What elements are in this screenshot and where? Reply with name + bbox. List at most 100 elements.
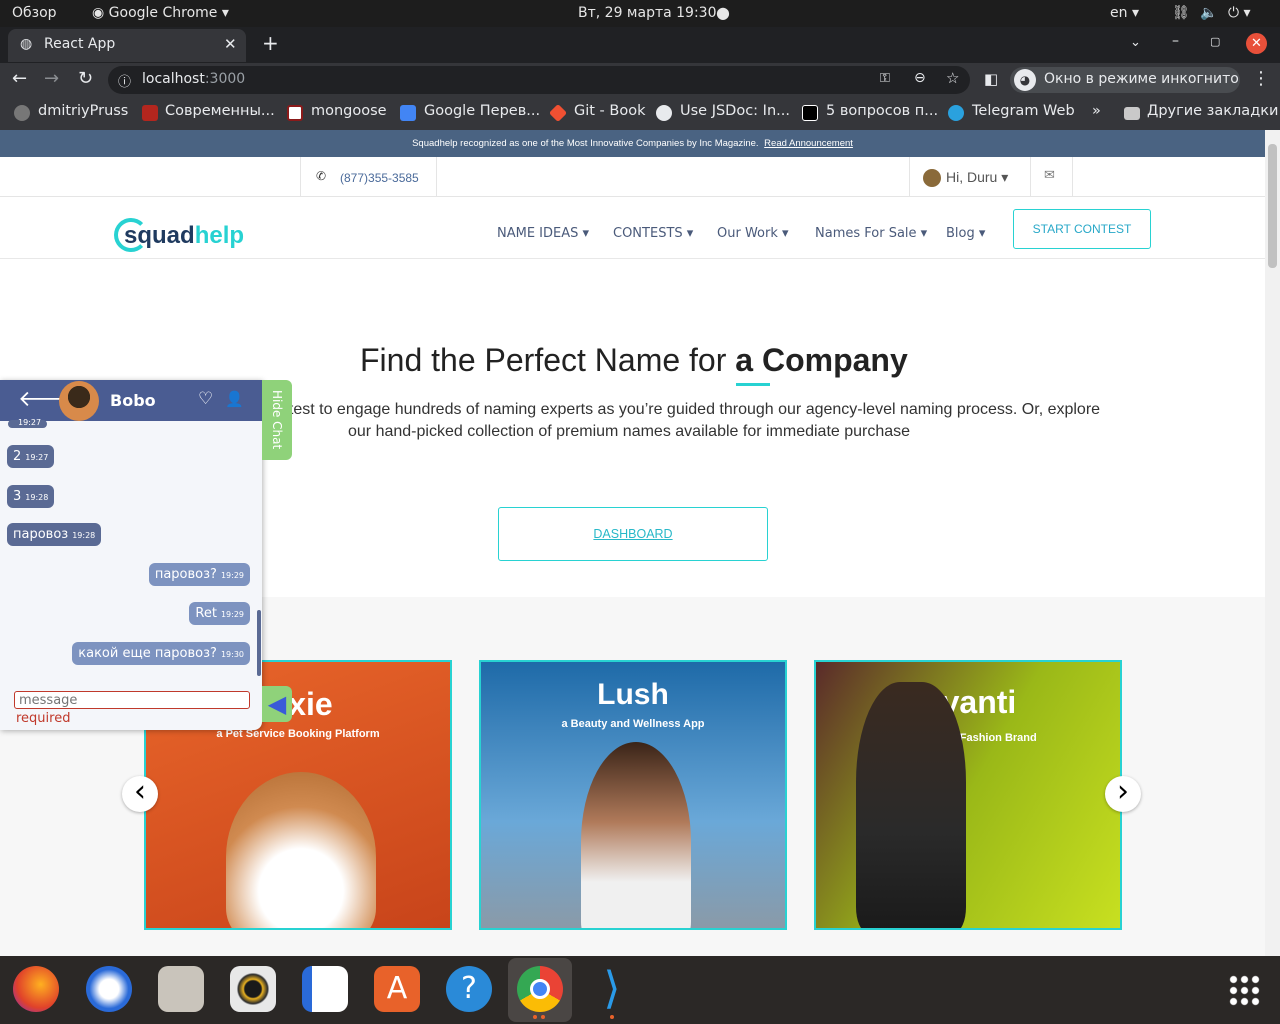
url-host: localhost xyxy=(142,71,205,87)
mongoose-icon xyxy=(287,105,303,121)
power-icon[interactable]: ⏻ ▾ xyxy=(1228,5,1251,21)
hero-subtitle-line-1: ntest to engage hundreds of naming exper… xyxy=(280,401,1101,418)
language-indicator[interactable]: en ▾ xyxy=(1110,5,1139,21)
message-text: Ret xyxy=(195,606,217,621)
carousel-next-button[interactable]: › xyxy=(1105,776,1141,812)
files-icon[interactable] xyxy=(158,966,204,1012)
minimize-icon[interactable]: – xyxy=(1172,33,1179,49)
activities-button[interactable]: Обзор xyxy=(12,5,57,21)
message-out: какой еще паровоз? 19:30 xyxy=(72,642,250,665)
nav-name-ideas[interactable]: NAME IDEAS ▾ xyxy=(497,226,589,241)
back-icon[interactable]: ← xyxy=(12,68,27,89)
volume-icon[interactable]: 🔈 xyxy=(1200,5,1217,21)
google-translate-icon xyxy=(400,105,416,121)
network-icon[interactable]: ⛓ xyxy=(1172,5,1190,21)
url-port: :3000 xyxy=(204,71,246,87)
logo[interactable]: squadhelp xyxy=(124,222,244,250)
side-panel-icon[interactable]: ◧ xyxy=(984,70,998,88)
message-time: 19:27 xyxy=(18,418,42,427)
divider xyxy=(1030,157,1031,197)
dashboard-button[interactable]: DASHBOARD xyxy=(498,507,768,561)
scrollbar-thumb[interactable] xyxy=(1268,144,1277,268)
writer-icon[interactable] xyxy=(302,966,348,1012)
nav-names-for-sale[interactable]: Names For Sale ▾ xyxy=(815,226,927,241)
nav-contests[interactable]: CONTESTS ▾ xyxy=(613,226,693,241)
bookmark-5[interactable]: Use JSDoc: In... xyxy=(680,103,790,119)
message-text: паровоз xyxy=(13,527,69,542)
clock[interactable]: Вт, 29 марта 19:30 xyxy=(578,5,716,21)
bookmark-4[interactable]: Git - Book xyxy=(574,103,646,119)
greeting-label: Hi, Duru xyxy=(946,169,998,185)
nav-label: CONTESTS xyxy=(613,226,683,241)
forward-icon[interactable]: → xyxy=(44,68,59,89)
message-in: паровоз 19:28 xyxy=(7,523,102,546)
bookmark-star-icon[interactable]: ☆ xyxy=(946,69,959,87)
bookmark-2[interactable]: mongoose xyxy=(311,103,387,119)
block-user-icon[interactable]: 👤 xyxy=(225,390,244,408)
chrome-icon[interactable] xyxy=(517,966,563,1012)
hero-subtitle-line-2: our hand-picked collection of premium na… xyxy=(348,423,911,440)
vscode-icon[interactable]: ⟩ xyxy=(589,966,635,1012)
read-announcement-link[interactable]: Read Announcement xyxy=(764,138,853,149)
url-text: localhost:3000 xyxy=(142,71,245,87)
bookmark-0[interactable]: dmitriyPruss xyxy=(38,103,128,119)
contact-name: Bobo xyxy=(110,391,156,410)
start-contest-button[interactable]: START CONTEST xyxy=(1013,209,1151,249)
menu-icon[interactable]: ⋮ xyxy=(1252,68,1270,89)
chrome-icon: ◉ xyxy=(92,5,109,21)
git-icon xyxy=(548,103,568,123)
tab-react-app[interactable]: ◍ React App ✕ xyxy=(8,29,246,62)
maximize-icon[interactable]: ▢ xyxy=(1210,35,1220,48)
zoom-icon[interactable]: ⊖ xyxy=(914,70,926,86)
incognito-label: Окно в режиме инкогнито xyxy=(1044,71,1239,87)
message-time: 19:30 xyxy=(220,650,244,659)
reload-icon[interactable]: ↻ xyxy=(78,68,93,89)
bookmark-6[interactable]: 5 вопросов п... xyxy=(826,103,938,119)
more-bookmarks-button[interactable]: » xyxy=(1092,103,1101,119)
rhythmbox-icon[interactable] xyxy=(230,966,276,1012)
carousel-prev-button[interactable]: ‹ xyxy=(122,776,158,812)
new-tab-button[interactable]: + xyxy=(262,31,279,55)
message-time: 19:29 xyxy=(220,571,244,580)
close-tab-icon[interactable]: ✕ xyxy=(224,35,237,53)
nav-blog[interactable]: Blog ▾ xyxy=(946,226,985,241)
nav-label: Our Work xyxy=(717,226,778,241)
user-menu[interactable]: Hi, Duru ▾ xyxy=(946,169,1008,186)
tab-search-icon[interactable]: ⌄ xyxy=(1130,35,1141,50)
running-dot xyxy=(533,1015,537,1019)
mail-icon[interactable]: ✉ xyxy=(1044,168,1055,183)
bookmark-7[interactable]: Telegram Web xyxy=(972,103,1075,119)
address-bar[interactable]: ⓘ localhost:3000 ⚿ ⊖ ☆ xyxy=(108,66,970,94)
showcase-card-lush[interactable]: Lush a Beauty and Wellness App xyxy=(479,660,787,930)
key-icon[interactable]: ⚿ xyxy=(880,71,890,86)
hide-chat-button[interactable]: Hide Chat xyxy=(262,380,292,460)
incognito-indicator[interactable]: ◕ Окно в режиме инкогнито xyxy=(1010,67,1240,93)
send-message-button[interactable]: ◀ xyxy=(262,686,292,722)
phone-number[interactable]: (877)355-3585 xyxy=(340,171,419,185)
nav-label: Blog xyxy=(946,226,975,241)
message-partial: 19:27 xyxy=(8,418,48,428)
help-icon[interactable]: ? xyxy=(446,966,492,1012)
firefox-icon[interactable] xyxy=(13,966,59,1012)
showcase-card-avanti[interactable]: Avanti a High End Fashion Brand xyxy=(814,660,1122,930)
bookmark-1[interactable]: Современны... xyxy=(165,103,275,119)
thunderbird-icon[interactable] xyxy=(86,966,132,1012)
app-grid-icon[interactable] xyxy=(1228,974,1260,1006)
nav-our-work[interactable]: Our Work ▾ xyxy=(717,226,789,241)
favorite-heart-icon[interactable]: ♡ xyxy=(198,389,213,409)
contact-avatar xyxy=(59,381,99,421)
message-out: паровоз? 19:29 xyxy=(148,563,250,586)
app-menu[interactable]: ◉ Google Chrome ▾ xyxy=(92,5,229,21)
incognito-icon: ◕ xyxy=(1014,69,1036,91)
model-image xyxy=(856,682,966,928)
chat-scrollbar[interactable] xyxy=(257,610,261,676)
message-input[interactable] xyxy=(14,691,250,709)
close-window-icon[interactable]: ✕ xyxy=(1246,33,1267,54)
hero-title-accent: a Company xyxy=(735,342,908,378)
divider xyxy=(1072,157,1073,197)
page-scrollbar[interactable] xyxy=(1265,130,1280,956)
other-bookmarks[interactable]: Другие закладки xyxy=(1147,103,1278,119)
user-avatar[interactable] xyxy=(923,169,941,187)
software-icon[interactable]: A xyxy=(374,966,420,1012)
bookmark-3[interactable]: Google Перев... xyxy=(424,103,540,119)
